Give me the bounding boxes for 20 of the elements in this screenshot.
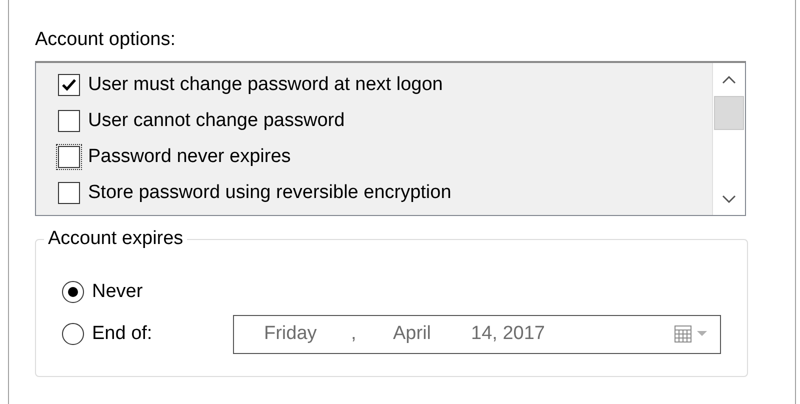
checkbox[interactable] bbox=[58, 74, 80, 96]
date-part: April bbox=[393, 322, 432, 346]
checkbox[interactable] bbox=[58, 182, 80, 204]
date-part: Friday bbox=[264, 322, 318, 346]
radio-button[interactable] bbox=[62, 323, 84, 345]
checkbox-label[interactable]: User must change password at next logon bbox=[88, 70, 443, 100]
checkbox-label[interactable]: User cannot change password bbox=[88, 106, 345, 136]
date-part: , bbox=[351, 322, 358, 346]
checkbox[interactable] bbox=[58, 110, 80, 132]
section-label: Account options: bbox=[35, 29, 176, 51]
date-part: 14, 2017 bbox=[471, 322, 545, 346]
radio-label[interactable]: End of: bbox=[92, 320, 152, 348]
radio-button[interactable] bbox=[62, 281, 84, 303]
group-title: Account expires bbox=[44, 228, 188, 250]
check-icon bbox=[61, 78, 77, 92]
checkbox-label[interactable]: Password never expires bbox=[88, 142, 291, 172]
scrollbar-thumb[interactable] bbox=[714, 96, 744, 130]
scrollbar[interactable] bbox=[712, 63, 745, 215]
checkbox-label[interactable]: Store password using reversible encryption bbox=[88, 178, 452, 208]
radio-label[interactable]: Never bbox=[92, 278, 143, 306]
